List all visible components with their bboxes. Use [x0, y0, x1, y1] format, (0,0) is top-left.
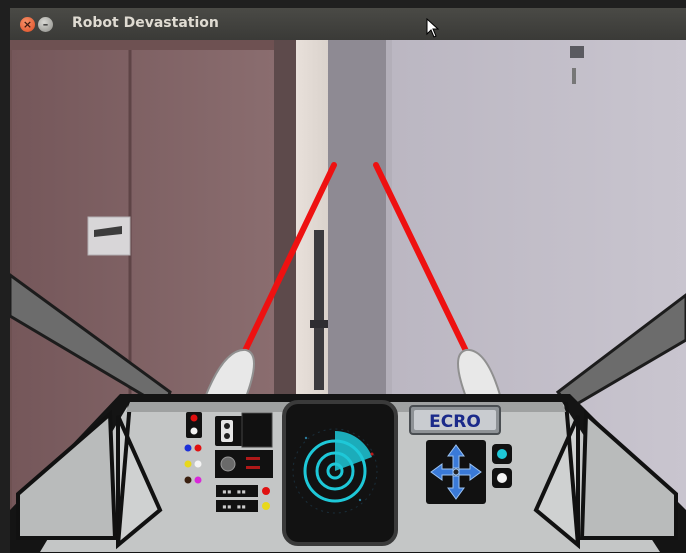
left-wing-panel — [16, 409, 118, 540]
window-title: Robot Devastation — [72, 15, 219, 31]
radar-blip — [370, 452, 374, 456]
right-wing-panel — [579, 409, 678, 540]
red-indicator-light — [190, 414, 198, 422]
blue-button[interactable] — [184, 444, 192, 452]
white-light — [497, 473, 507, 483]
white-indicator-light — [190, 427, 198, 435]
dpad-center — [452, 468, 460, 476]
cyan-light — [497, 449, 507, 459]
camera-view[interactable]: ▪▪ ▪▪ ▪▪ ▪▪ ECRO — [10, 40, 686, 553]
gauge-bar-top — [246, 457, 260, 460]
game-window: × – Robot Devastation ▪▪ ▪▪ ▪▪ ▪▪ ECRO — [10, 8, 686, 553]
gauge-dial[interactable] — [220, 456, 236, 472]
readout-top-glyphs: ▪▪ ▪▪ — [222, 487, 246, 496]
readout-yellow-light — [262, 502, 270, 510]
brown-button[interactable] — [184, 476, 192, 484]
yellow-button[interactable] — [184, 460, 192, 468]
minimize-icon: – — [42, 18, 49, 31]
magenta-button[interactable] — [194, 476, 202, 484]
close-icon: × — [22, 18, 33, 31]
radar-blip — [304, 436, 308, 440]
close-window-button[interactable]: × — [20, 17, 35, 32]
radar-screen — [282, 400, 398, 546]
toggle-dot-bottom — [224, 433, 230, 439]
ecro-logo-text: ECRO — [429, 412, 481, 432]
cockpit-dashboard: ▪▪ ▪▪ ▪▪ ▪▪ ECRO — [10, 394, 686, 553]
mouse-pointer-icon — [426, 18, 440, 38]
minimize-window-button[interactable]: – — [38, 17, 53, 32]
gauge-bar-bottom — [246, 466, 260, 469]
white-button[interactable] — [194, 460, 202, 468]
readout-bottom-glyphs: ▪▪ ▪▪ — [222, 502, 246, 511]
title-bar[interactable]: × – Robot Devastation — [10, 8, 686, 40]
toggle-dot-top — [224, 423, 230, 429]
red-button[interactable] — [194, 444, 202, 452]
radar-blip — [358, 498, 362, 502]
readout-red-light — [262, 487, 270, 495]
dark-screen — [241, 412, 273, 448]
